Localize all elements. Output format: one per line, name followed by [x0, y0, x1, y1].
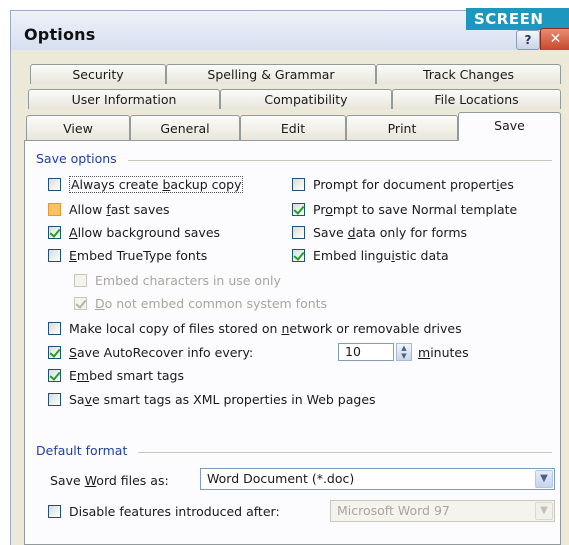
close-button[interactable]: ✕ [540, 28, 569, 52]
always-backup-checkbox[interactable]: Always create backup copy [48, 176, 244, 194]
checkbox-box[interactable] [292, 178, 305, 191]
tab-security[interactable]: Security [30, 64, 166, 84]
checkbox-box[interactable] [48, 505, 61, 518]
do-not-embed-system-fonts-checkbox[interactable]: Do not embed common system fonts [74, 295, 327, 313]
checkbox-box[interactable] [48, 226, 61, 239]
allow-fast-saves-checkbox[interactable]: Allow fast saves [48, 201, 170, 219]
tab-general[interactable]: General [130, 115, 240, 140]
prompt-normal-template-checkbox[interactable]: Prompt to save Normal template [292, 201, 517, 219]
checkbox-box[interactable] [48, 203, 61, 216]
autorecover-spinner[interactable]: ▲ ▼ [396, 343, 412, 361]
checkbox-box[interactable] [48, 322, 61, 335]
checkbox-box[interactable] [48, 393, 61, 406]
disable-features-checkbox[interactable]: Disable features introduced after: [48, 503, 280, 521]
spin-up-icon[interactable]: ▲ [397, 344, 411, 352]
tab-user-information[interactable]: User Information [28, 89, 220, 109]
save-format-value: Word Document (*.doc) [207, 471, 355, 486]
tab-save[interactable]: Save [458, 112, 561, 141]
save-options-heading: Save options [36, 151, 123, 166]
default-format-divider [138, 452, 552, 453]
close-icon: ✕ [549, 31, 562, 47]
checkbox-box[interactable] [292, 249, 305, 262]
tab-track-changes[interactable]: Track Changes [376, 64, 561, 84]
minutes-label: minutes [418, 345, 469, 360]
embed-truetype-checkbox[interactable]: Embed TrueType fonts [48, 247, 207, 265]
checkbox-box[interactable] [48, 346, 61, 359]
screen-badge: SCREEN [466, 8, 569, 30]
embed-smart-tags-checkbox[interactable]: Embed smart tags [48, 367, 184, 385]
default-format-heading: Default format [36, 443, 134, 458]
help-button[interactable]: ? [516, 30, 540, 50]
disable-features-value: Microsoft Word 97 [337, 503, 450, 518]
checkbox-box[interactable] [74, 297, 87, 310]
tab-print[interactable]: Print [346, 115, 458, 140]
save-word-files-select[interactable]: Word Document (*.doc) ▼ [200, 468, 555, 490]
checkbox-box[interactable] [48, 369, 61, 382]
save-options-divider [128, 160, 552, 161]
embed-chars-in-use-checkbox[interactable]: Embed characters in use only [74, 272, 281, 290]
chevron-down-icon[interactable]: ▼ [535, 470, 553, 488]
allow-background-saves-checkbox[interactable]: Allow background saves [48, 224, 220, 242]
embed-linguistic-data-checkbox[interactable]: Embed linguistic data [292, 247, 449, 265]
make-local-copy-checkbox[interactable]: Make local copy of files stored on netwo… [48, 320, 462, 338]
tab-file-locations[interactable]: File Locations [392, 89, 561, 109]
save-autorecover-checkbox[interactable]: Save AutoRecover info every: [48, 344, 253, 362]
window-title: Options [24, 25, 96, 44]
spin-down-icon[interactable]: ▼ [397, 352, 411, 360]
tab-spelling-grammar[interactable]: Spelling & Grammar [166, 64, 376, 84]
save-data-only-forms-checkbox[interactable]: Save data only for forms [292, 224, 467, 242]
save-smart-tags-xml-checkbox[interactable]: Save smart tags as XML properties in Web… [48, 391, 376, 409]
tab-compatibility[interactable]: Compatibility [220, 89, 392, 109]
checkbox-box[interactable] [74, 274, 87, 287]
help-icon: ? [524, 33, 532, 47]
chevron-down-icon[interactable]: ▼ [535, 502, 553, 520]
save-word-files-label: Save Word files as: [50, 473, 169, 488]
prompt-document-properties-checkbox[interactable]: Prompt for document properties [292, 176, 514, 194]
checkbox-box[interactable] [48, 178, 61, 191]
checkbox-box[interactable] [292, 203, 305, 216]
checkbox-box[interactable] [48, 249, 61, 262]
checkbox-box[interactable] [292, 226, 305, 239]
tab-view[interactable]: View [26, 115, 130, 140]
tab-edit[interactable]: Edit [240, 115, 346, 140]
autorecover-minutes-input[interactable]: 10 [338, 343, 394, 361]
disable-features-select[interactable]: Microsoft Word 97 ▼ [330, 500, 555, 522]
